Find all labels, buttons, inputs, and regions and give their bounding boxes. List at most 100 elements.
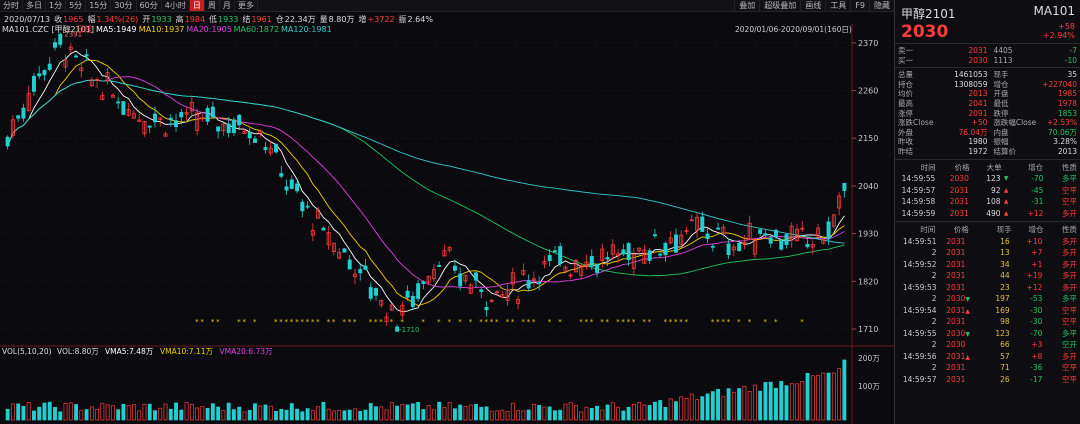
period-tab-4[interactable]: 15分 <box>86 0 112 11</box>
period-tab-9[interactable]: 周 <box>205 0 220 11</box>
period-tab-10[interactable]: 月 <box>220 0 235 11</box>
tool-button-1[interactable]: 超级叠加 <box>759 0 800 11</box>
candle-body <box>263 147 268 151</box>
tick-time: 2 <box>931 271 937 281</box>
arrow-down-icon: ▼ <box>965 330 970 338</box>
volume-bar <box>521 410 526 421</box>
column-header: 时间 <box>920 225 936 235</box>
candle-body <box>605 257 610 260</box>
candle-body <box>773 229 778 237</box>
star-icon: * <box>306 318 310 326</box>
star-icon: * <box>642 318 646 326</box>
candle-body <box>421 281 426 284</box>
order-kind: 多平 <box>1062 174 1078 184</box>
info-oi: +3722 <box>367 14 395 24</box>
stat-cell: 增仓 <box>993 79 1009 89</box>
candle-body <box>121 101 126 115</box>
stat-cell: -10 <box>1064 55 1077 65</box>
star-icon: * <box>437 318 441 326</box>
star-icon: * <box>237 318 241 326</box>
tick-row: 14:59:56 2031 ▲ 57 +8 多开 <box>895 351 1080 363</box>
volume-bar <box>400 403 405 421</box>
period-tab-1[interactable]: 多日 <box>23 0 46 11</box>
stat-cell: 1113 <box>993 55 1013 65</box>
star-icon: * <box>390 318 394 326</box>
candle-body <box>652 234 657 237</box>
stat-cell: 35 <box>1067 70 1077 80</box>
tool-button-5[interactable]: 隐藏 <box>869 0 894 11</box>
column-header: 现手 <box>996 225 1012 235</box>
volume-bar <box>347 409 352 421</box>
candle-body <box>826 221 831 239</box>
tool-button-3[interactable]: 工具 <box>825 0 850 11</box>
volume-bar <box>495 410 499 421</box>
arrow-down-icon: ▼ <box>965 296 970 304</box>
tick-kind: 多开 <box>1062 248 1077 258</box>
volume-bar <box>826 372 831 421</box>
candle-body <box>710 245 715 248</box>
stat-cell: +2.53% <box>1046 118 1077 128</box>
tool-button-2[interactable]: 画线 <box>800 0 825 11</box>
candle-body <box>347 259 352 270</box>
candle-body <box>47 63 52 70</box>
candle-body <box>358 269 363 274</box>
order-time: 14:59:59 <box>901 208 936 218</box>
star-icon: * <box>311 318 315 326</box>
volume-bar <box>789 383 794 421</box>
kline-chart[interactable]: MA101.CZC [甲醇2101]日线 MA5:1949 MA10:1937 MA2… <box>0 24 894 424</box>
tool-button-4[interactable]: F9 <box>850 0 869 11</box>
volume-bar <box>389 402 394 421</box>
volume-bar <box>221 410 226 421</box>
info-amp: 2.64% <box>407 14 433 24</box>
tick-time: 14:59:55 <box>902 328 937 338</box>
volume-bar <box>805 372 810 421</box>
candle-body <box>705 233 710 240</box>
volume-bar <box>647 405 652 421</box>
period-tab-7[interactable]: 4小时 <box>162 0 190 11</box>
change-value: +58 <box>1058 22 1075 31</box>
candle-body <box>484 306 489 311</box>
order-kind: 多开 <box>1062 208 1078 218</box>
period-tab-3[interactable]: 5分 <box>66 0 87 11</box>
volume-bar <box>58 411 63 421</box>
period-tab-2[interactable]: 1分 <box>46 0 67 11</box>
period-tab-11[interactable]: 更多 <box>235 0 258 11</box>
stat-cell: 卖一 <box>898 46 913 55</box>
tick-oi: -53 <box>1030 294 1043 304</box>
tick-oi: -70 <box>1030 328 1043 338</box>
period-tab-5[interactable]: 30分 <box>111 0 137 11</box>
candle-body <box>31 75 36 92</box>
candle-body <box>726 243 731 256</box>
tick-row: 2 2031 13 +7 多开 <box>895 247 1080 259</box>
candle-body <box>479 289 484 292</box>
stat-row: 涨跌Close +50 涨跌幅Close +2.53% <box>895 118 1080 128</box>
period-tab-0[interactable]: 分时 <box>0 0 23 11</box>
tick-time: 2 <box>931 363 937 373</box>
volume-bar <box>163 403 168 421</box>
price-annotations: 2391 ←1710 <box>64 31 419 334</box>
info-volume-label: 量 <box>319 14 328 24</box>
stat-cell: 涨跌幅Close <box>993 118 1037 128</box>
stat-cell: 涨停 <box>898 108 913 118</box>
volume-bar <box>652 401 657 421</box>
volume-bar <box>410 403 415 421</box>
volume-bar <box>426 405 431 421</box>
tick-row: 2 2031 44 +19 多开 <box>895 270 1080 282</box>
volume-bar <box>226 402 231 421</box>
volume-bar <box>731 391 736 421</box>
candle-body <box>279 173 284 177</box>
stat-cell: 跌停 <box>993 108 1009 118</box>
candle-body <box>663 242 668 256</box>
volume-bar <box>137 410 142 421</box>
tick-size: 34 <box>1000 259 1010 269</box>
period-tab-8[interactable]: 日 <box>189 0 205 11</box>
volume-bar <box>342 410 347 421</box>
period-tab-6[interactable]: 60分 <box>137 0 162 11</box>
volume-bar <box>5 408 10 421</box>
candle-body <box>205 107 210 122</box>
volume-bar <box>395 405 399 421</box>
order-size: 108 <box>986 197 1001 207</box>
tick-kind: 多开 <box>1062 351 1077 361</box>
volume-bar <box>584 406 589 421</box>
tool-button-0[interactable]: 叠加 <box>734 0 759 11</box>
